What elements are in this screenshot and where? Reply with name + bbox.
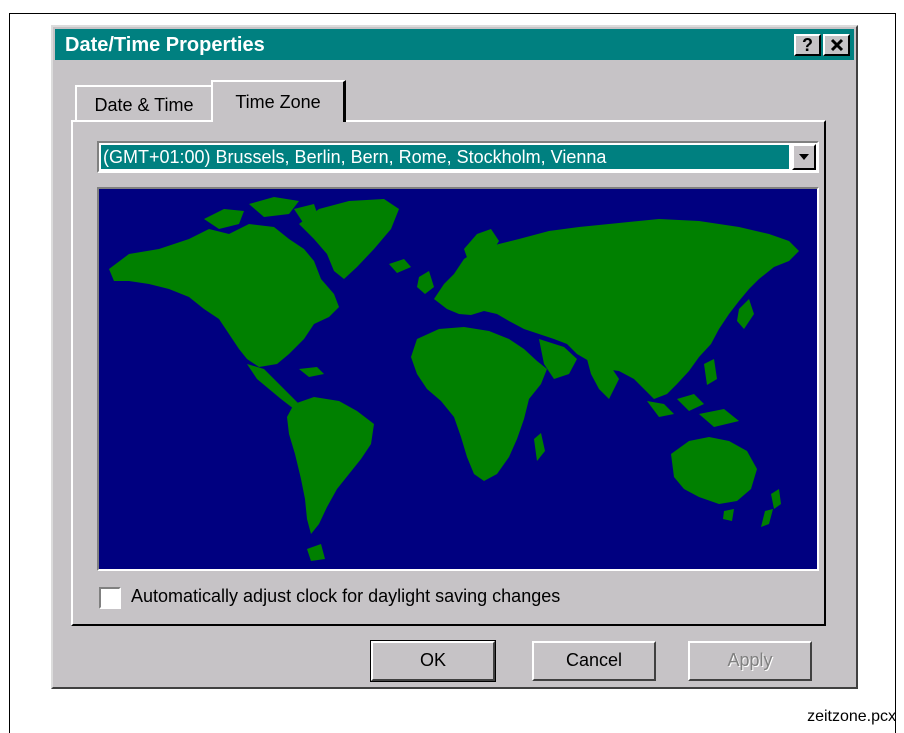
help-button[interactable]: ? [794, 34, 821, 56]
date-time-properties-dialog: Date/Time Properties ? Date & Time Time … [51, 25, 858, 689]
title-bar[interactable]: Date/Time Properties ? [55, 29, 854, 60]
timezone-select[interactable]: (GMT+01:00) Brussels, Berlin, Bern, Rome… [97, 141, 819, 173]
cancel-button[interactable]: Cancel [532, 641, 656, 681]
tab-time-zone[interactable]: Time Zone [211, 80, 346, 122]
close-icon [830, 38, 843, 52]
image-caption: zeitzone.pcx [807, 708, 896, 725]
timezone-selected-value: (GMT+01:00) Brussels, Berlin, Bern, Rome… [101, 145, 789, 169]
world-map-image [109, 197, 799, 561]
timezone-dropdown-button[interactable] [792, 144, 816, 170]
chevron-down-icon [799, 154, 809, 160]
daylight-saving-label[interactable]: Automatically adjust clock for daylight … [131, 586, 560, 607]
dialog-title: Date/Time Properties [65, 34, 265, 56]
daylight-saving-checkbox[interactable] [99, 587, 121, 609]
tab-date-time[interactable]: Date & Time [75, 85, 213, 121]
apply-button[interactable]: Apply [688, 641, 812, 681]
world-map[interactable] [97, 187, 819, 571]
close-button[interactable] [823, 34, 850, 56]
ok-button[interactable]: OK [370, 640, 496, 682]
